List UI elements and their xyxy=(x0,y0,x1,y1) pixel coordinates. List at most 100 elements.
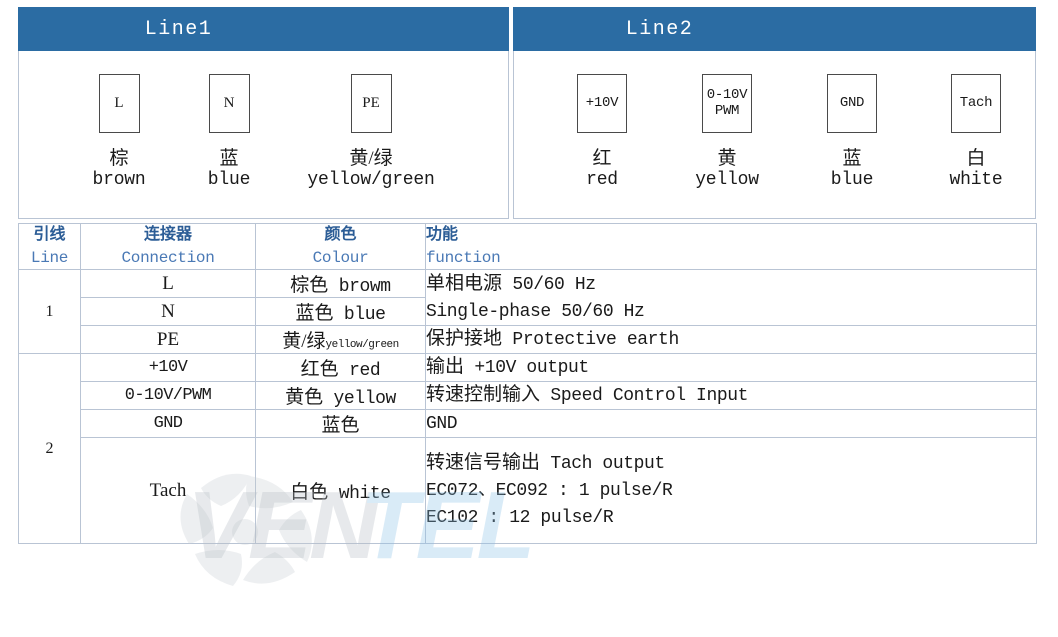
connector-pe: PE 黄/绿 yellow/green xyxy=(301,74,441,191)
panel-line2-connectors: +10V 红 red 0-10V PWM 黄 yellow GND 蓝 blue xyxy=(514,51,1035,218)
colour-cn: 黄色 xyxy=(285,387,324,409)
connector-box-tach: Tach xyxy=(951,74,1001,133)
header-line-cn: 引线 xyxy=(33,226,66,243)
connector-tach: Tach 白 white xyxy=(926,74,1026,191)
cell-function: 输出 +10V output xyxy=(425,353,1037,383)
connection-value: L xyxy=(162,272,174,294)
connector-box-n: N xyxy=(208,74,250,133)
function-cjk: 单相电源 xyxy=(426,273,503,294)
connector-plus10v: +10V 红 red xyxy=(552,74,652,191)
function-line: 保护接地 Protective earth xyxy=(426,326,1036,353)
connector-box-label: +10V xyxy=(585,94,619,111)
colour-cn: 蓝色 xyxy=(321,415,360,437)
cell-colour: 蓝色 blue xyxy=(255,297,426,327)
function-cjk: 保护接地 xyxy=(426,328,503,350)
cell-function: 转速控制输入 Speed Control Input xyxy=(425,381,1037,411)
connector-0-10v-pwm: 0-10V PWM 黄 yellow xyxy=(672,74,782,191)
connector-color-en: red xyxy=(586,169,618,190)
connector-color-cn: 白 xyxy=(966,148,986,169)
function-cjk: 转速控制输入 xyxy=(426,384,541,406)
cell-connection: +10V xyxy=(80,353,256,383)
header-colour-en: Colour xyxy=(312,248,369,267)
colour-cn: 黄/绿 xyxy=(282,331,326,353)
connector-color-cn: 黄 xyxy=(717,148,737,169)
connector-box-gnd: GND xyxy=(827,74,877,133)
function-rest: +10V output xyxy=(464,358,589,379)
function-line: 单相电源 50/60 Hz xyxy=(426,271,1036,298)
connector-box-pe: PE xyxy=(350,74,392,133)
connection-value: +10V xyxy=(148,358,188,378)
header-colour: 颜色 Colour xyxy=(255,222,426,271)
function-line: EC102 : 12 pulse/R xyxy=(426,504,1036,531)
function-line: 转速信号输出 Tach output xyxy=(426,450,1036,477)
connector-box-label: PE xyxy=(362,95,380,112)
cell-line-number: 2 xyxy=(18,353,81,545)
function-line: GND xyxy=(426,410,1036,437)
header-function-en: function xyxy=(426,248,501,267)
cell-colour: 黄/绿yellow/green xyxy=(255,325,426,355)
connector-gnd: GND 蓝 blue xyxy=(802,74,902,191)
colour-cn: 蓝色 xyxy=(295,303,334,325)
colour-en xyxy=(328,277,338,297)
connector-box-label-line1: 0-10V xyxy=(706,86,748,103)
function-line: Single-phase 50/60 Hz xyxy=(426,298,1036,325)
colour-en-text: red xyxy=(349,361,381,382)
colour-cn: 白色 xyxy=(290,482,329,504)
header-line-en: Line xyxy=(30,248,69,267)
function-rest: Protective earth xyxy=(502,330,679,351)
colour-en-text: browm xyxy=(338,277,391,298)
connector-color-en: brown xyxy=(92,169,146,190)
connector-color-cn: 蓝 xyxy=(219,148,239,169)
header-connection-en: Connection xyxy=(121,248,215,267)
cell-connection: N xyxy=(80,297,256,327)
function-line: EC072、EC092 : 1 pulse/R xyxy=(426,477,1036,504)
cell-connection: Tach xyxy=(80,437,256,545)
header-connection-cn: 连接器 xyxy=(143,226,192,243)
connector-box-label-line2: PWM xyxy=(714,102,740,119)
function-rest: 50/60 Hz xyxy=(502,275,596,295)
cell-function: 转速信号输出 Tach output EC072、EC092 : 1 pulse… xyxy=(425,437,1037,545)
cell-colour: 白色 white xyxy=(255,437,426,545)
colour-cn: 红色 xyxy=(300,359,339,381)
table-row: GND 蓝色 GND xyxy=(19,409,1037,439)
connector-color-cn: 棕 xyxy=(109,148,129,169)
connector-color-cn: 红 xyxy=(592,148,612,169)
function-rest: EC102 : 12 pulse/R xyxy=(426,508,614,529)
wiring-table: 引线 Line 连接器 Connection 颜色 Colour 功能 func… xyxy=(18,222,1037,545)
panel-line1-connectors: L 棕 brown N 蓝 blue PE 黄/绿 yellow/green xyxy=(19,51,508,218)
header-connection: 连接器 Connection xyxy=(80,222,256,271)
header-function-cn: 功能 xyxy=(426,226,459,243)
function-rest: Speed Control Input xyxy=(540,386,749,407)
cell-connection: GND xyxy=(80,409,256,439)
connector-color-en: yellow xyxy=(695,169,759,190)
connection-value: PE xyxy=(156,328,180,350)
cell-colour: 蓝色 xyxy=(255,409,426,439)
function-line: 输出 +10V output xyxy=(426,354,1036,381)
connector-box-label: L xyxy=(114,95,124,112)
connector-box-plus10v: +10V xyxy=(577,74,627,133)
cell-connection: 0-10V/PWM xyxy=(80,381,256,411)
connector-panels: Line1 L 棕 brown N 蓝 blue PE 黄/绿 yellow/g… xyxy=(0,0,1058,219)
cell-function: GND xyxy=(425,409,1037,439)
table-row: Tach 白色 white 转速信号输出 Tach output EC072、E… xyxy=(19,437,1037,545)
function-rest: Single-phase 50/60 Hz xyxy=(426,301,645,322)
connection-value: Tach xyxy=(149,479,187,501)
table-header-row: 引线 Line 连接器 Connection 颜色 Colour 功能 func… xyxy=(18,222,1037,271)
cell-colour: 黄色 yellow xyxy=(255,381,426,411)
table-row: 0-10V/PWM 黄色 yellow 转速控制输入 Speed Control… xyxy=(19,381,1037,411)
cell-connection: L xyxy=(80,269,256,299)
connector-box-l: L xyxy=(98,74,140,133)
connector-color-cn: 黄/绿 xyxy=(349,148,393,169)
connector-n: N 蓝 blue xyxy=(189,74,269,191)
function-rest: GND xyxy=(426,414,458,435)
connector-l: L 棕 brown xyxy=(79,74,159,191)
connector-color-cn: 蓝 xyxy=(842,148,862,169)
cell-function: 保护接地 Protective earth xyxy=(425,325,1037,355)
table-row: 2 +10V 红色 red 输出 +10V output xyxy=(18,353,1037,545)
header-line: 引线 Line xyxy=(18,222,81,271)
cell-connection: PE xyxy=(80,325,256,355)
cell-colour: 红色 red xyxy=(255,353,426,383)
connector-color-en: white xyxy=(949,169,1003,190)
panel-line2: Line2 +10V 红 red 0-10V PWM 黄 yellow GND … xyxy=(513,7,1036,219)
table-row: 1 L 棕色 browm 单相电源 50/60 Hz Single-phase … xyxy=(18,269,1037,355)
